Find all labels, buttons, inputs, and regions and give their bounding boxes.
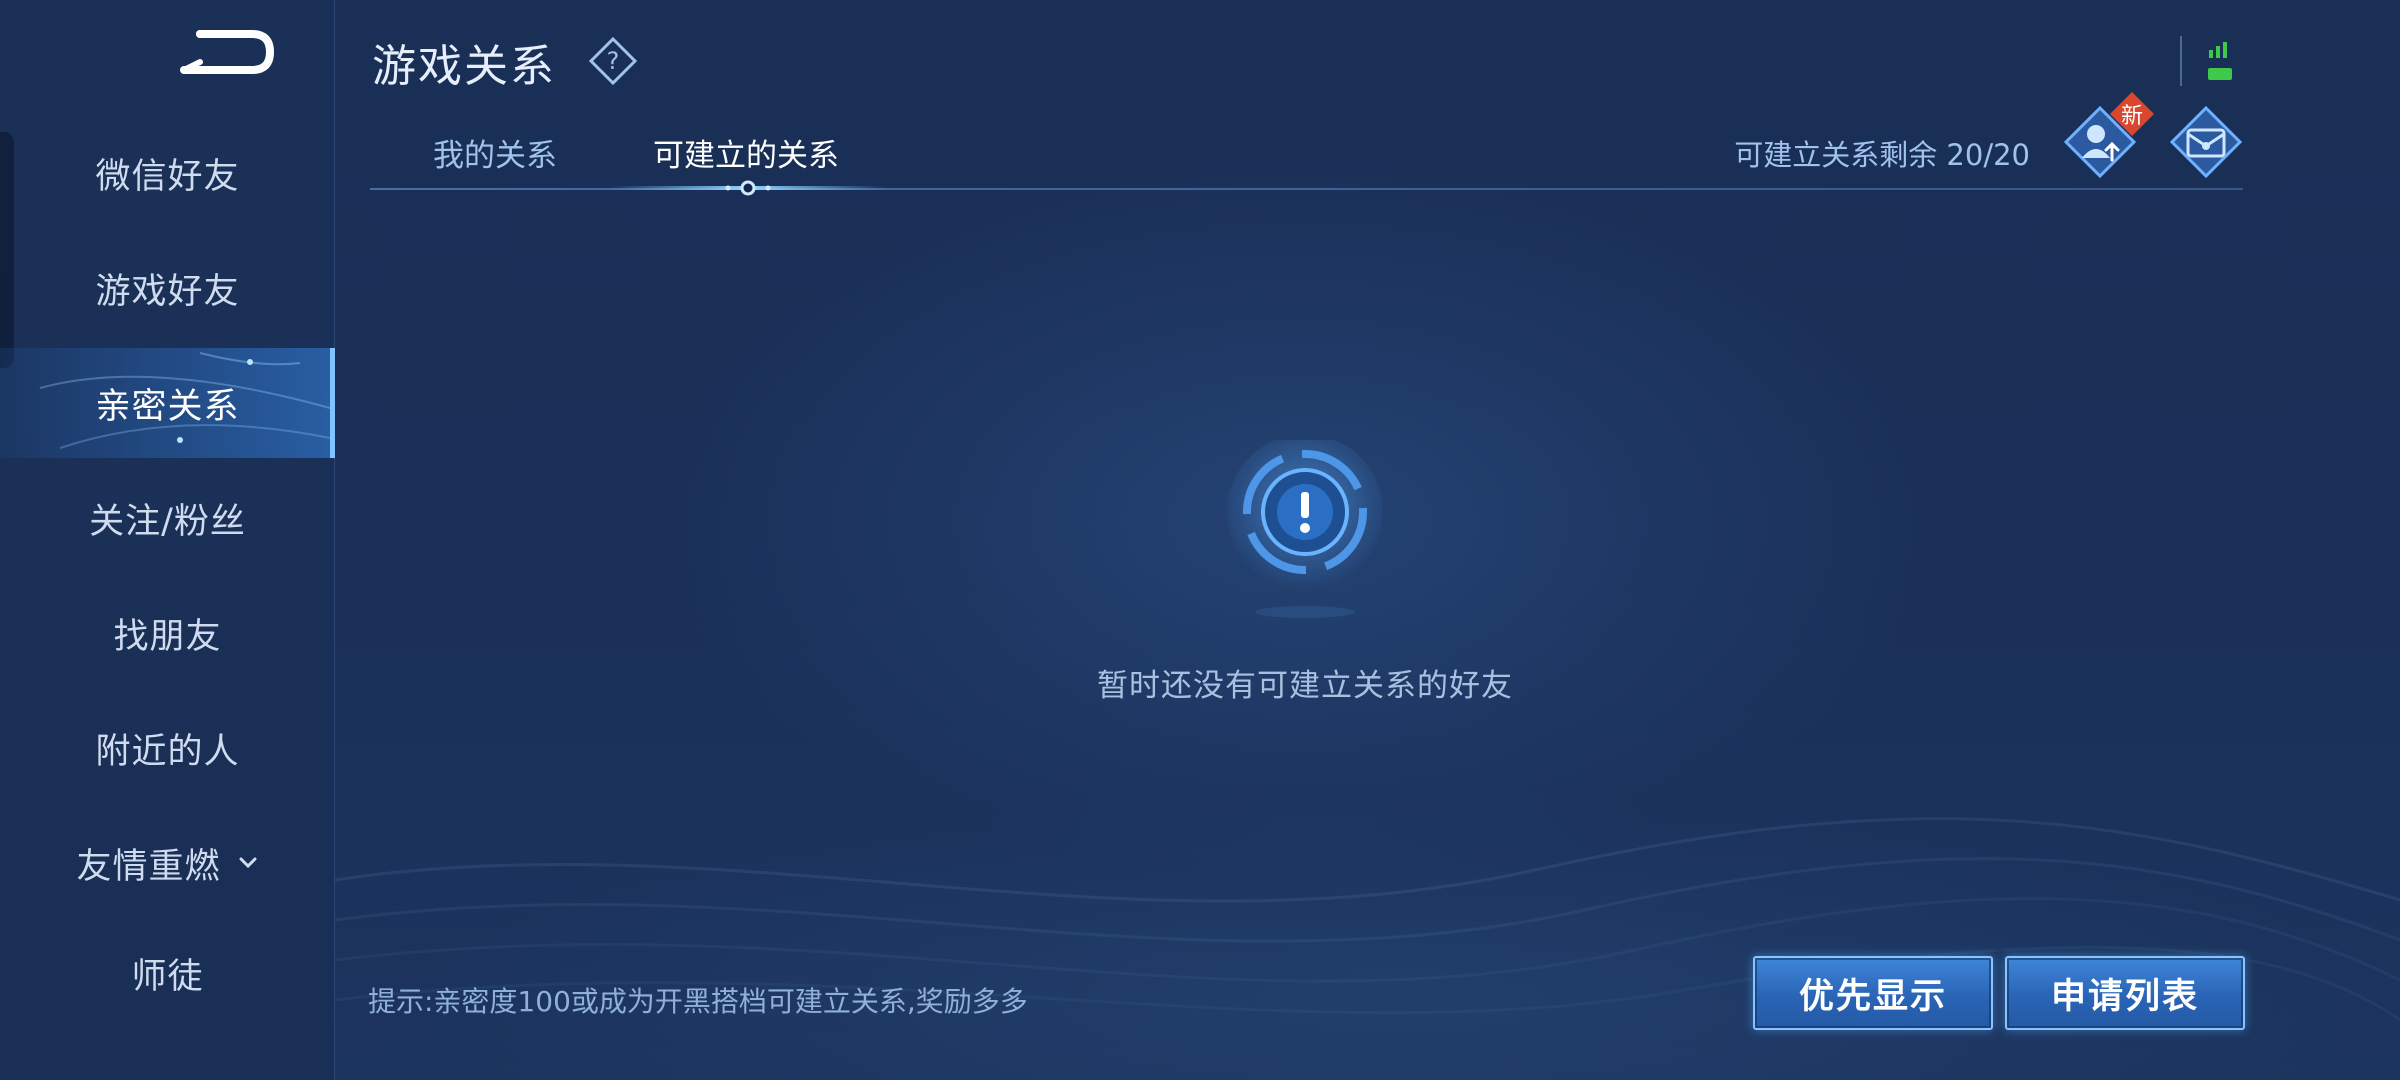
page-title: 游戏关系 [372,41,556,92]
sidebar-item-label: 亲密关系 [95,386,240,427]
sidebar-item-label: 关注/粉丝 [89,501,246,542]
mailbox-icon[interactable] [2168,104,2244,180]
sidebar-item-intimate-relations[interactable]: 亲密关系 [0,348,335,458]
svg-text:?: ? [607,47,620,75]
sidebar-item-label: 找朋友 [113,616,222,657]
sidebar-item-rekindle-friendship[interactable]: 友情重燃 [0,808,335,918]
empty-state-message: 暂时还没有可建立关系的好友 [1097,668,1513,704]
sidebar-item-game-friends[interactable]: 游戏好友 [0,233,335,343]
sidebar-item-nearby[interactable]: 附近的人 [0,693,335,803]
relation-quota-text: 可建立关系剩余 20/20 [1734,138,2030,172]
hint-text: 提示:亲密度100或成为开黑搭档可建立关系,奖励多多 [368,985,1028,1018]
background-waves [335,817,2400,1022]
request-list-button[interactable]: 申请列表 [2005,956,2245,1030]
sidebar-item-label: 友情重燃 [76,846,221,887]
sidebar-item-label: 微信好友 [95,156,240,197]
sidebar: 微信好友 游戏好友 亲密关系 关注/粉丝 找朋友 附近的人 友情重燃 师徒 [0,0,335,1080]
signal-battery-icon [2180,36,2232,86]
sidebar-item-wechat-friends[interactable]: 微信好友 [0,118,335,228]
exclamation-circle-icon [1227,440,1383,618]
question-diamond-icon[interactable]: ? [588,36,638,86]
chevron-down-icon [239,857,256,869]
sidebar-item-label: 游戏好友 [95,271,240,312]
back-arrow-icon[interactable] [170,22,280,82]
sidebar-item-follow-fans[interactable]: 关注/粉丝 [0,463,335,573]
sidebar-item-label: 附近的人 [95,731,240,772]
sidebar-item-mentorship[interactable]: 师徒 [0,918,335,1028]
sidebar-item-find-friends[interactable]: 找朋友 [0,578,335,688]
app-root: 微信好友 游戏好友 亲密关系 关注/粉丝 找朋友 附近的人 友情重燃 师徒 游戏… [0,0,2400,1080]
sidebar-item-label: 师徒 [131,956,204,997]
priority-display-button[interactable]: 优先显示 [1753,956,1993,1030]
tab-my-relations[interactable]: 我的关系 [433,130,557,178]
tab-available-relations[interactable]: 可建立的关系 [653,130,839,178]
active-tab-indicator [610,180,886,196]
